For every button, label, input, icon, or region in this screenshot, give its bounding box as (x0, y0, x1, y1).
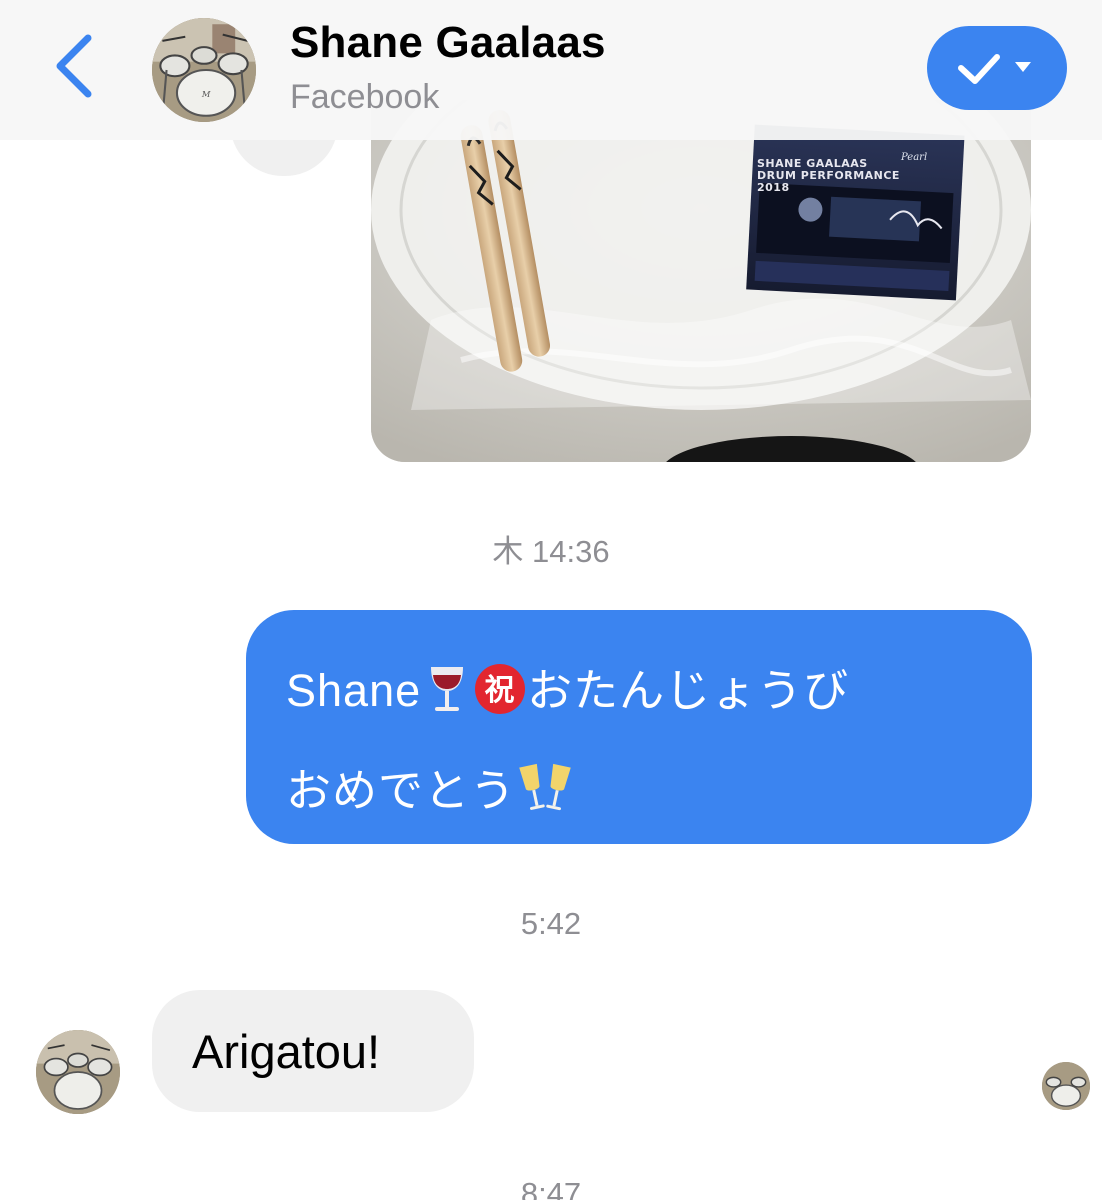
caret-down-icon (1015, 62, 1031, 72)
drum-kit-avatar-image: M (152, 18, 256, 122)
checkmark-icon (958, 54, 1000, 84)
svg-text:M: M (201, 89, 211, 99)
photo-message[interactable]: SHANE GAALAAS DRUM PERFORMANCE 2018 Pear… (371, 100, 1031, 462)
sent-message-line-2: おめでとう (286, 754, 574, 828)
clinking-glasses-icon (516, 761, 574, 828)
contact-avatar[interactable]: M (152, 18, 256, 122)
sent-message-line-1: Shane 祝おたんじょうび (286, 654, 849, 728)
congratulations-icon: 祝 (473, 662, 527, 727)
received-message-text: Arigatou! (192, 1025, 381, 1078)
timestamp: 5:42 (520, 906, 582, 941)
conversation-header: M Shane Gaalaas Facebook (0, 0, 1102, 140)
status-menu-button[interactable] (927, 26, 1067, 110)
photo-image (371, 100, 1031, 462)
read-receipt-avatar (1042, 1062, 1090, 1110)
timestamp: 8:47 (520, 1176, 582, 1200)
sent-message-text: Shane (286, 665, 422, 716)
messenger-conversation: SHANE GAALAAS DRUM PERFORMANCE 2018 Pear… (0, 0, 1102, 1200)
drum-kit-avatar-image (1042, 1062, 1090, 1110)
timestamp: 木 14:36 (492, 534, 610, 569)
poster-brand: Pearl (901, 152, 928, 163)
drum-kit-avatar-image (36, 1030, 120, 1114)
chevron-left-icon (56, 34, 92, 98)
sent-message-text: おたんじょうび (527, 665, 850, 716)
sent-message-text: おめでとう (286, 765, 517, 816)
congratulations-glyph: 祝 (485, 673, 516, 708)
contact-name[interactable]: Shane Gaalaas (290, 18, 606, 68)
contact-avatar[interactable] (36, 1030, 120, 1114)
back-button[interactable] (44, 30, 104, 102)
contact-subtitle: Facebook (290, 78, 440, 116)
poster-title: SHANE GAALAAS DRUM PERFORMANCE 2018 (757, 157, 900, 194)
wine-glass-icon (421, 661, 473, 728)
sent-message-bubble[interactable]: Shane 祝おたんじょうび おめでとう (246, 610, 1032, 844)
received-message-bubble[interactable]: Arigatou! (152, 990, 474, 1112)
